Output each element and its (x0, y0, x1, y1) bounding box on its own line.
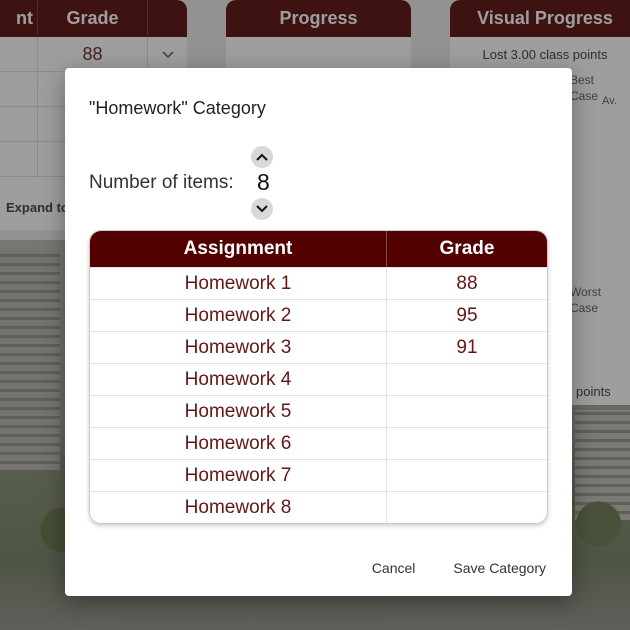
table-row: Homework 7 (90, 459, 547, 491)
assignment-name[interactable]: Homework 4 (90, 364, 387, 395)
number-of-items-label: Number of items: (89, 172, 234, 193)
grade-cell[interactable] (387, 396, 547, 427)
grade-cell[interactable]: 91 (387, 332, 547, 363)
grade-cell[interactable] (387, 428, 547, 459)
grade-cell[interactable] (387, 364, 547, 395)
grade-cell[interactable]: 88 (387, 268, 547, 299)
assignment-name[interactable]: Homework 7 (90, 460, 387, 491)
dialog-actions: Cancel Save Category (372, 560, 546, 576)
save-category-button[interactable]: Save Category (453, 560, 546, 576)
assignment-column-header: Assignment (90, 231, 387, 267)
table-header: Assignment Grade (90, 231, 547, 267)
cancel-button[interactable]: Cancel (372, 560, 416, 576)
grade-cell[interactable] (387, 460, 547, 491)
table-row: Homework 8 (90, 491, 547, 523)
table-row: Homework 3 91 (90, 331, 547, 363)
number-of-items-control: Number of items: 8 (89, 146, 389, 220)
chevron-up-icon (256, 153, 268, 161)
assignment-name[interactable]: Homework 5 (90, 396, 387, 427)
assignment-name[interactable]: Homework 1 (90, 268, 387, 299)
assignment-name[interactable]: Homework 3 (90, 332, 387, 363)
table-row: Homework 2 95 (90, 299, 547, 331)
number-of-items-value[interactable]: 8 (257, 169, 270, 196)
assignments-table: Assignment Grade Homework 1 88 Homework … (89, 230, 548, 524)
decrement-button[interactable] (251, 198, 273, 220)
grade-column-header: Grade (439, 238, 495, 259)
table-row: Homework 5 (90, 395, 547, 427)
dialog-title: "Homework" Category (89, 98, 266, 118)
table-row: Homework 1 88 (90, 267, 547, 299)
category-dialog: "Homework" Category Number of items: 8 A… (65, 68, 572, 596)
chevron-down-icon (256, 205, 268, 213)
table-row: Homework 6 (90, 427, 547, 459)
assignment-name[interactable]: Homework 8 (90, 492, 387, 523)
grade-cell[interactable]: 95 (387, 300, 547, 331)
assignment-name[interactable]: Homework 2 (90, 300, 387, 331)
increment-button[interactable] (251, 146, 273, 168)
table-row: Homework 4 (90, 363, 547, 395)
grade-cell[interactable] (387, 492, 547, 523)
assignment-name[interactable]: Homework 6 (90, 428, 387, 459)
